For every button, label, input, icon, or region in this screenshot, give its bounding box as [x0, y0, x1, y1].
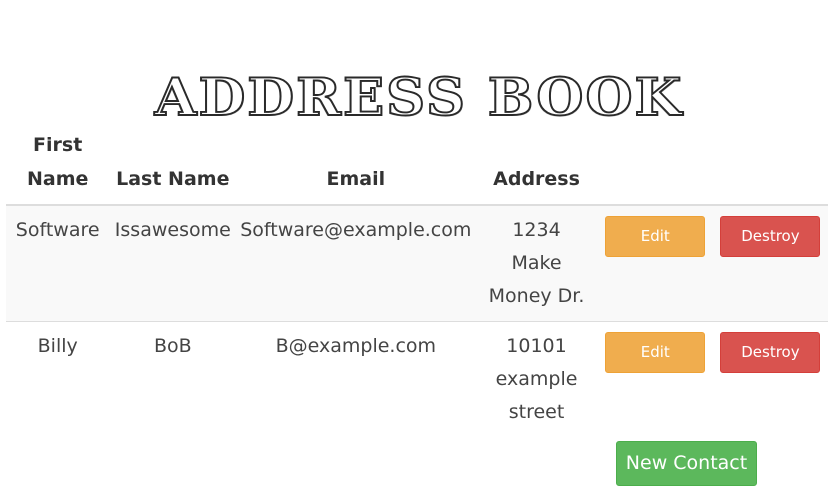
cell-destroy: Destroy: [712, 205, 828, 322]
table-row: Software Issawesome Software@example.com…: [6, 205, 828, 322]
cell-first-name: Billy: [6, 321, 110, 437]
contacts-table: First Name Last Name Email Address Softw…: [6, 122, 828, 437]
new-contact-button[interactable]: New Contact: [616, 441, 757, 486]
table-header: First Name Last Name Email Address: [6, 122, 828, 206]
table-body: Software Issawesome Software@example.com…: [6, 205, 828, 437]
cell-address: 1234 Make Money Dr.: [475, 205, 598, 322]
column-header-first-name: First Name: [6, 122, 110, 206]
edit-button[interactable]: Edit: [605, 216, 706, 257]
cell-edit: Edit: [597, 205, 713, 322]
cell-last-name: BoB: [109, 321, 237, 437]
address-text: 10101 example street: [495, 335, 578, 423]
table-row: Billy BoB B@example.com 10101 example st…: [6, 321, 828, 437]
cell-email: Software@example.com: [236, 205, 476, 322]
header-row: First Name Last Name Email Address: [6, 122, 828, 206]
column-header-last-name: Last Name: [109, 122, 237, 206]
column-header-address: Address: [475, 122, 598, 206]
page-title: ADDRESS BOOK: [154, 66, 684, 129]
cell-address: 10101 example street: [475, 321, 598, 437]
column-header-destroy: [712, 122, 828, 206]
cell-destroy: Destroy: [712, 321, 828, 437]
column-header-email: Email: [236, 122, 476, 206]
column-header-edit: [597, 122, 713, 206]
cell-last-name: Issawesome: [109, 205, 237, 322]
address-text: 1234 Make Money Dr.: [488, 219, 585, 307]
cell-first-name: Software: [6, 205, 110, 322]
destroy-button[interactable]: Destroy: [720, 332, 821, 373]
edit-button[interactable]: Edit: [605, 332, 706, 373]
destroy-button[interactable]: Destroy: [720, 216, 821, 257]
cell-email: B@example.com: [236, 321, 476, 437]
cell-edit: Edit: [597, 321, 713, 437]
